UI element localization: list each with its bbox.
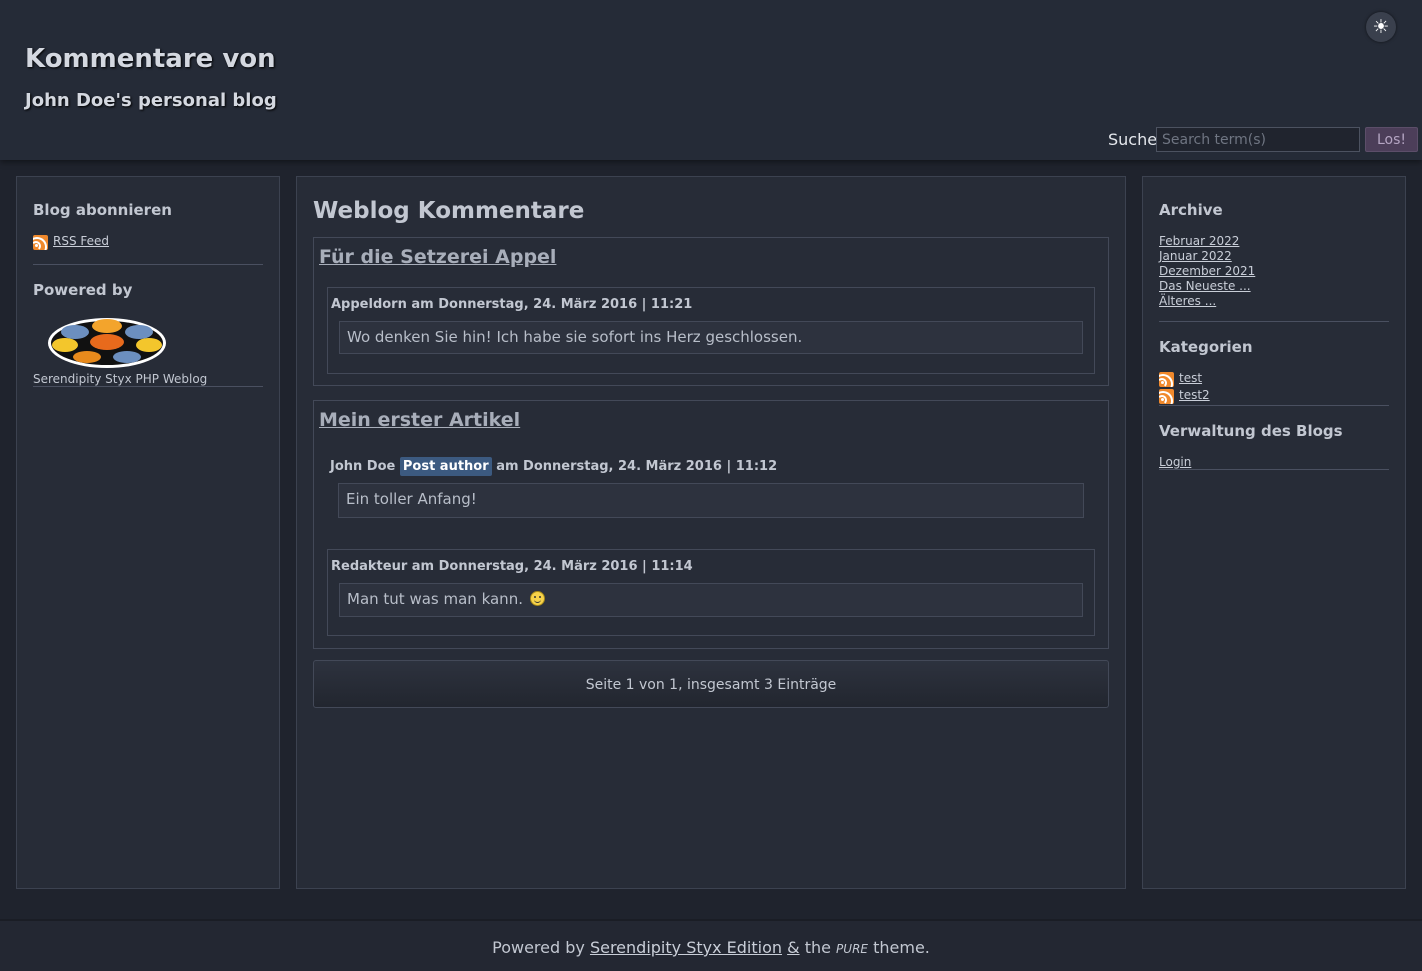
comment-body: Ein toller Anfang! bbox=[338, 483, 1084, 518]
comment: Appeldorn am Donnerstag, 24. März 2016 |… bbox=[327, 287, 1095, 374]
styx-edition-link[interactable]: Serendipity Styx Edition bbox=[590, 938, 782, 957]
search-button[interactable]: Los! bbox=[1365, 127, 1418, 152]
archive-link[interactable]: Januar 2022 bbox=[1159, 249, 1232, 263]
sidebar-divider bbox=[33, 386, 263, 387]
comment-body: Man tut was man kann. bbox=[339, 583, 1083, 617]
smiley-icon bbox=[529, 591, 545, 606]
comment-author: John Doe bbox=[330, 459, 396, 474]
subscribe-title: Blog abonnieren bbox=[33, 201, 172, 219]
powered-by-title: Powered by bbox=[33, 281, 133, 299]
page-title: Kommentare von bbox=[25, 44, 276, 74]
content-heading: Weblog Kommentare bbox=[313, 198, 585, 224]
rss-icon[interactable] bbox=[1159, 372, 1174, 387]
comment-meta: Redakteur am Donnerstag, 24. März 2016 |… bbox=[331, 559, 693, 574]
comment-date: am Donnerstag, 24. März 2016 | 11:12 bbox=[496, 459, 778, 474]
serendipity-logo[interactable] bbox=[45, 309, 169, 371]
login-link[interactable]: Login bbox=[1159, 455, 1191, 469]
archive-title: Archive bbox=[1159, 201, 1223, 219]
sun-icon: ☀ bbox=[1372, 16, 1390, 38]
comment-body: Wo denken Sie hin! Ich habe sie sofort i… bbox=[339, 321, 1083, 354]
comment-meta: John Doe Post author am Donnerstag, 24. … bbox=[330, 457, 778, 476]
sidebar-divider bbox=[1159, 469, 1389, 470]
rss-icon[interactable] bbox=[1159, 389, 1174, 404]
archive-link[interactable]: Dezember 2021 bbox=[1159, 264, 1255, 278]
admin-title: Verwaltung des Blogs bbox=[1159, 422, 1343, 440]
comment-meta: Appeldorn am Donnerstag, 24. März 2016 |… bbox=[331, 297, 693, 312]
sidebar-right: Archive Februar 2022 Januar 2022 Dezembe… bbox=[1142, 176, 1406, 889]
archive-link-older[interactable]: Älteres ... bbox=[1159, 294, 1216, 308]
search-input[interactable] bbox=[1156, 127, 1360, 152]
comment-text: Man tut was man kann. bbox=[347, 590, 523, 608]
site-header: Kommentare von John Doe's personal blog … bbox=[0, 0, 1422, 160]
powered-caption: Serendipity Styx PHP Weblog bbox=[33, 372, 208, 386]
entry-comments: Für die Setzerei Appel Appeldorn am Donn… bbox=[313, 237, 1109, 386]
entry-title-link[interactable]: Für die Setzerei Appel bbox=[319, 246, 556, 268]
footer-suffix: theme. bbox=[873, 938, 930, 957]
footer-the: the bbox=[804, 938, 831, 957]
main-content: Weblog Kommentare Für die Setzerei Appel… bbox=[296, 176, 1126, 889]
footer-prefix: Powered by bbox=[492, 938, 585, 957]
category-link[interactable]: test2 bbox=[1179, 388, 1210, 402]
category-link[interactable]: test bbox=[1179, 371, 1202, 385]
entry-title-link[interactable]: Mein erster Artikel bbox=[319, 409, 520, 431]
blog-description: John Doe's personal blog bbox=[25, 90, 277, 111]
sidebar-divider bbox=[1159, 321, 1389, 322]
pagination-info: Seite 1 von 1, insgesamt 3 Einträge bbox=[313, 660, 1109, 708]
footer-amp-link[interactable]: & bbox=[787, 938, 799, 957]
archive-link-newest[interactable]: Das Neueste ... bbox=[1159, 279, 1251, 293]
search-label: Suche bbox=[1108, 130, 1158, 149]
theme-toggle-button[interactable]: ☀ bbox=[1366, 12, 1396, 42]
rss-icon bbox=[33, 235, 48, 250]
pure-theme-name: PURE bbox=[836, 942, 868, 956]
archive-link[interactable]: Februar 2022 bbox=[1159, 234, 1239, 248]
sidebar-divider bbox=[33, 264, 263, 265]
rss-feed-link[interactable]: RSS Feed bbox=[53, 234, 109, 248]
categories-title: Kategorien bbox=[1159, 338, 1253, 356]
sidebar-left: Blog abonnieren RSS Feed Powered by Sere… bbox=[16, 176, 280, 889]
comment-reply: Redakteur am Donnerstag, 24. März 2016 |… bbox=[327, 549, 1095, 636]
post-author-badge: Post author bbox=[399, 457, 492, 476]
entry-comments: Mein erster Artikel John Doe Post author… bbox=[313, 400, 1109, 649]
site-footer: Powered by Serendipity Styx Edition & th… bbox=[0, 919, 1422, 971]
sidebar-divider bbox=[1159, 405, 1389, 406]
